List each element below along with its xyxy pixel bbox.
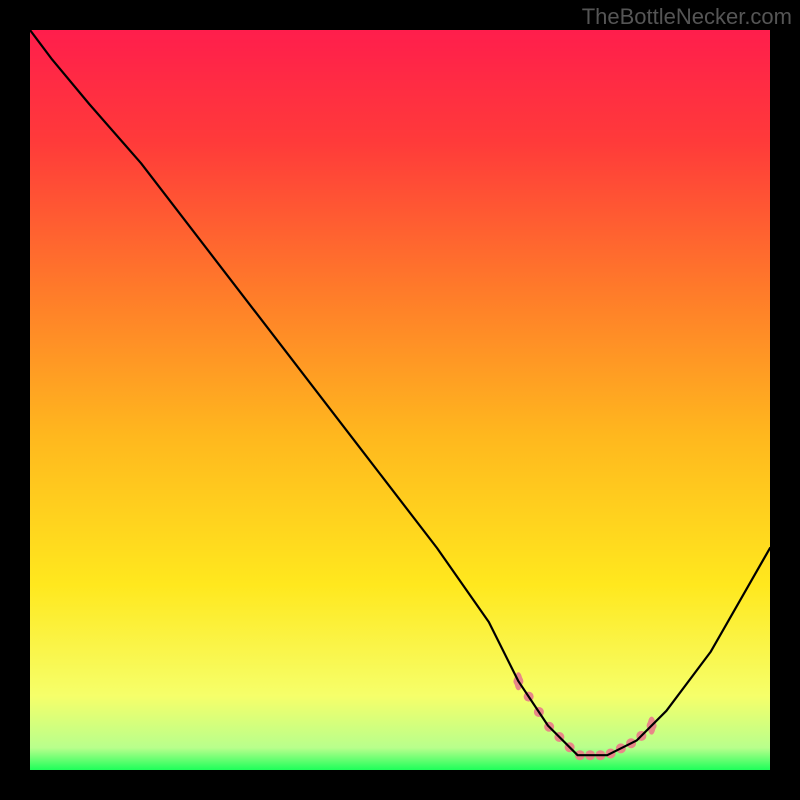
watermark-text: TheBottleNecker.com — [582, 4, 792, 30]
chart-container: TheBottleNecker.com — [0, 0, 800, 800]
chart-svg — [30, 30, 770, 770]
plot-area — [30, 30, 770, 770]
